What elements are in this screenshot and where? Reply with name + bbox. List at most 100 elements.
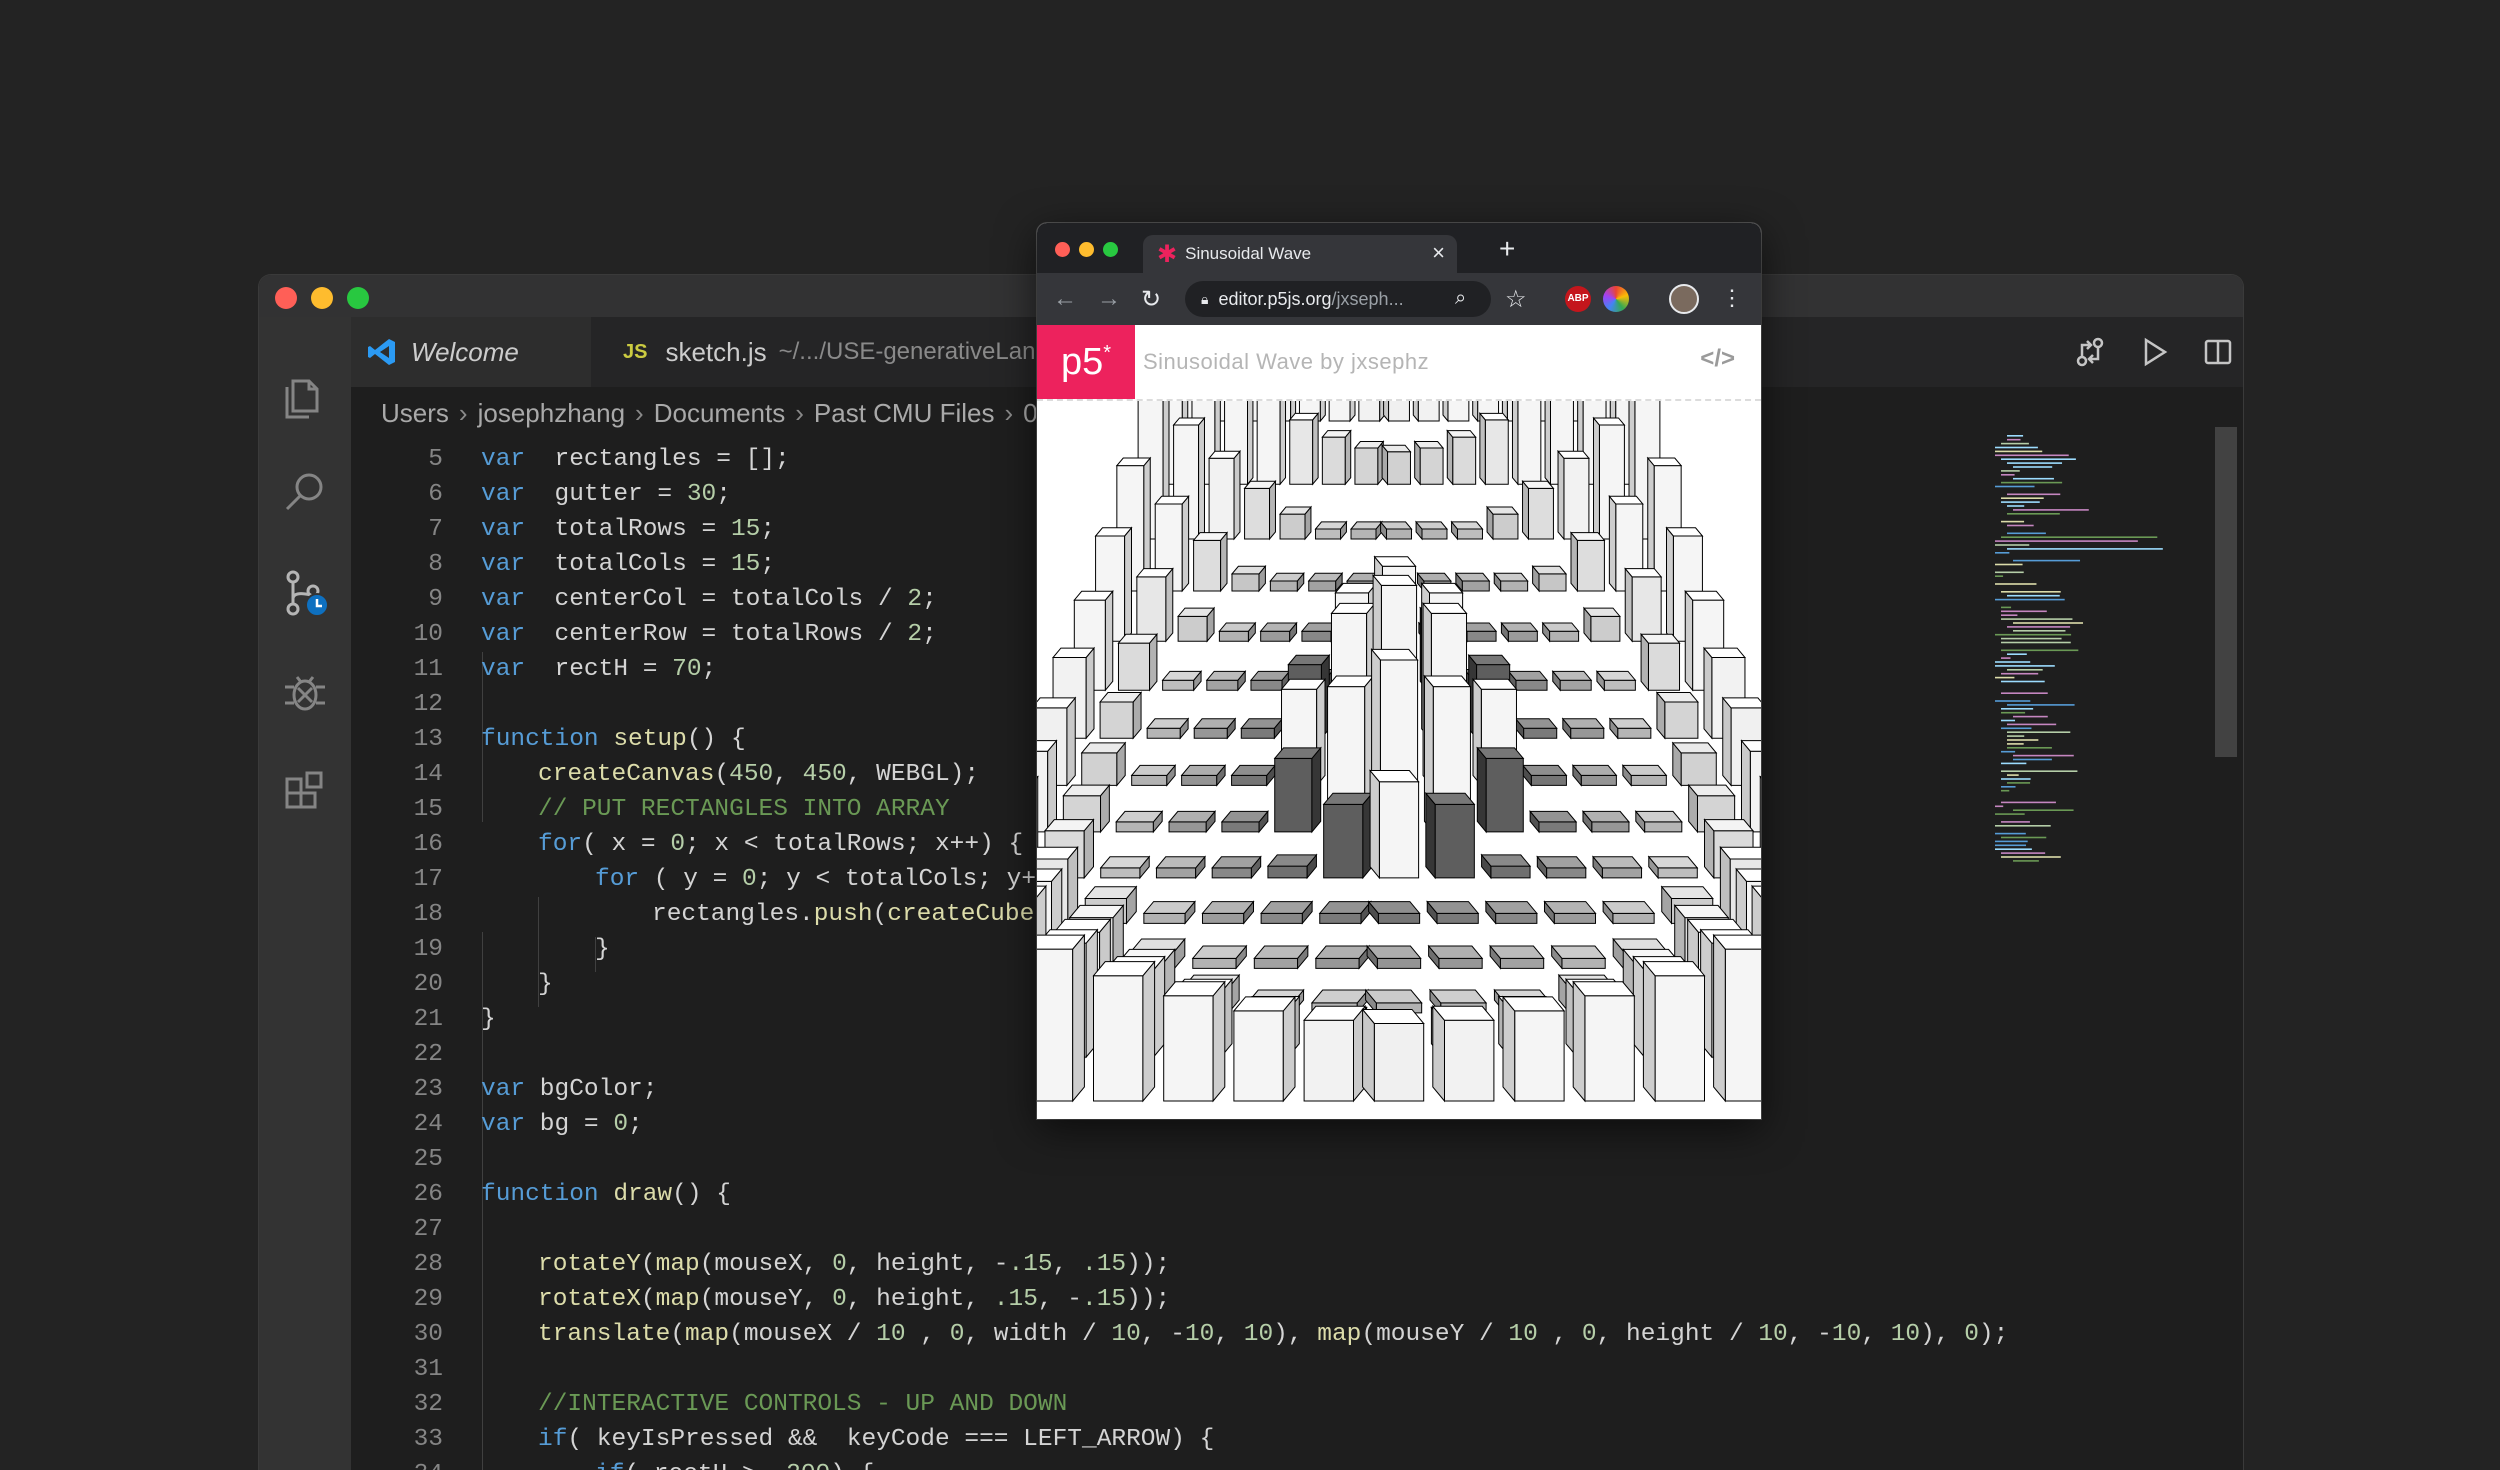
- run-icon[interactable]: [2137, 335, 2171, 369]
- code-token: ),: [1920, 1321, 1965, 1348]
- code-token: .15: [1082, 1251, 1127, 1278]
- code-token: map: [685, 1321, 730, 1348]
- minimap-line: [1995, 661, 2031, 663]
- p5-logo[interactable]: p5 *: [1037, 325, 1135, 399]
- cube: [1099, 855, 1151, 880]
- close-window-button[interactable]: [1055, 242, 1070, 257]
- cube: [1321, 429, 1352, 486]
- debug-icon[interactable]: [279, 667, 331, 719]
- cube: [1500, 621, 1539, 643]
- code-token: var: [481, 516, 526, 543]
- minimap-line: [1995, 848, 2032, 850]
- browser-tab[interactable]: ✱ Sinusoidal Wave ×: [1143, 235, 1457, 273]
- code-token: gutter =: [525, 481, 687, 508]
- code-token: ( y =: [639, 866, 743, 893]
- cube: [1642, 960, 1706, 1103]
- extensions-icon[interactable]: [279, 767, 331, 819]
- cube: [1569, 531, 1606, 593]
- code-token: ( keyIsPressed && keyCode === LEFT_ARROW…: [567, 1426, 1215, 1453]
- sketch-canvas[interactable]: [1037, 401, 1761, 1119]
- profile-avatar[interactable]: [1669, 284, 1699, 314]
- explorer-icon[interactable]: [279, 367, 331, 419]
- minimize-window-button[interactable]: [1079, 242, 1094, 257]
- cube: [1273, 746, 1322, 834]
- address-bar[interactable]: 🔒︎ editor.p5js.org/jxseph...: [1185, 281, 1491, 317]
- cube: [1484, 900, 1538, 925]
- cube: [1240, 717, 1284, 740]
- color-picker-extension-icon[interactable]: [1603, 286, 1629, 312]
- code-text: }: [595, 932, 610, 967]
- code-token: (: [714, 761, 730, 788]
- zoom-icon[interactable]: ⌕: [1455, 287, 1466, 310]
- cube: [1521, 479, 1555, 541]
- cube: [1358, 401, 1386, 423]
- minimap-line: [2001, 657, 2011, 659]
- cube: [1550, 944, 1607, 970]
- adblock-extension-icon[interactable]: ABP: [1565, 286, 1591, 312]
- cube: [1260, 900, 1314, 925]
- minimap-line: [1995, 832, 2026, 835]
- forward-arrow-icon[interactable]: →: [1097, 285, 1121, 313]
- line-number: 30: [413, 1321, 443, 1348]
- reload-icon[interactable]: ↻: [1141, 285, 1161, 314]
- sketch-canvas-render: [1037, 401, 1761, 1103]
- editor-scrollbar[interactable]: [2215, 427, 2237, 757]
- code-token: (: [670, 1321, 686, 1348]
- split-editor-icon[interactable]: [2201, 335, 2235, 369]
- code-token: ,: [1537, 1321, 1582, 1348]
- code-text: for( x = 0; x < totalRows; x++) {: [538, 827, 1023, 862]
- tab-welcome[interactable]: Welcome: [351, 317, 591, 387]
- breadcrumb-item[interactable]: Users: [381, 398, 449, 429]
- minimap-line: [1995, 844, 2027, 847]
- code-line: 25: [351, 1142, 2243, 1177]
- search-icon[interactable]: [279, 467, 331, 519]
- minimap-line: [2001, 711, 2026, 714]
- code-token: , height /: [1596, 1321, 1759, 1348]
- code-token: function: [481, 1181, 599, 1208]
- compare-changes-icon[interactable]: [2073, 335, 2107, 369]
- cube: [1454, 571, 1491, 593]
- breadcrumb: Users › josephzhang › Documents › Past C…: [381, 391, 1052, 435]
- code-token: for: [595, 866, 640, 893]
- code-token: (mouseY /: [1361, 1321, 1509, 1348]
- embed-code-icon[interactable]: </>: [1700, 345, 1735, 373]
- line-number: 34: [351, 1457, 443, 1470]
- code-token: (mouseX /: [729, 1321, 877, 1348]
- code-token: ) {: [830, 1461, 874, 1470]
- minimap-line: [2001, 474, 2015, 476]
- breadcrumb-item[interactable]: josephzhang: [478, 398, 625, 429]
- cube: [1192, 531, 1229, 593]
- code-token: (mouseX,: [699, 1251, 833, 1278]
- cube: [1366, 944, 1422, 970]
- minimap-line: [2013, 758, 2052, 761]
- code-token: ;: [628, 1111, 643, 1138]
- maximize-window-button[interactable]: [1103, 242, 1118, 257]
- code-token: () {: [672, 1181, 731, 1208]
- close-window-button[interactable]: [275, 287, 297, 309]
- code-token: 10: [1831, 1321, 1862, 1348]
- code-text: rectangles.push(createCube(x: [652, 897, 1064, 932]
- minimap[interactable]: [1991, 425, 2211, 865]
- cube: [1146, 717, 1190, 740]
- code-token: var: [481, 481, 526, 508]
- code-text: rotateY(map(mouseX, 0, height, -.15, .15…: [538, 1247, 1170, 1282]
- back-arrow-icon[interactable]: ←: [1053, 285, 1077, 313]
- breadcrumb-item[interactable]: Documents: [654, 398, 786, 429]
- cube: [1671, 741, 1718, 787]
- new-tab-button[interactable]: +: [1499, 233, 1515, 265]
- bookmark-star-icon[interactable]: ☆: [1505, 285, 1527, 314]
- lock-icon: 🔒︎: [1201, 290, 1209, 307]
- code-token: createCanvas: [538, 761, 715, 788]
- breadcrumb-item[interactable]: Past CMU Files: [814, 398, 995, 429]
- code-line: 28 rotateY(map(mouseX, 0, height, -.15, .…: [351, 1247, 2243, 1282]
- minimize-window-button[interactable]: [311, 287, 333, 309]
- close-tab-icon[interactable]: ×: [1432, 240, 1445, 266]
- code-token: push: [813, 901, 873, 928]
- maximize-window-button[interactable]: [347, 287, 369, 309]
- line-number: 19: [413, 936, 443, 963]
- cube: [1307, 571, 1344, 593]
- code-token: (: [640, 1286, 656, 1313]
- minimap-line: [2007, 704, 2075, 706]
- source-control-icon[interactable]: [279, 567, 331, 619]
- browser-menu-icon[interactable]: ⋮: [1721, 285, 1743, 311]
